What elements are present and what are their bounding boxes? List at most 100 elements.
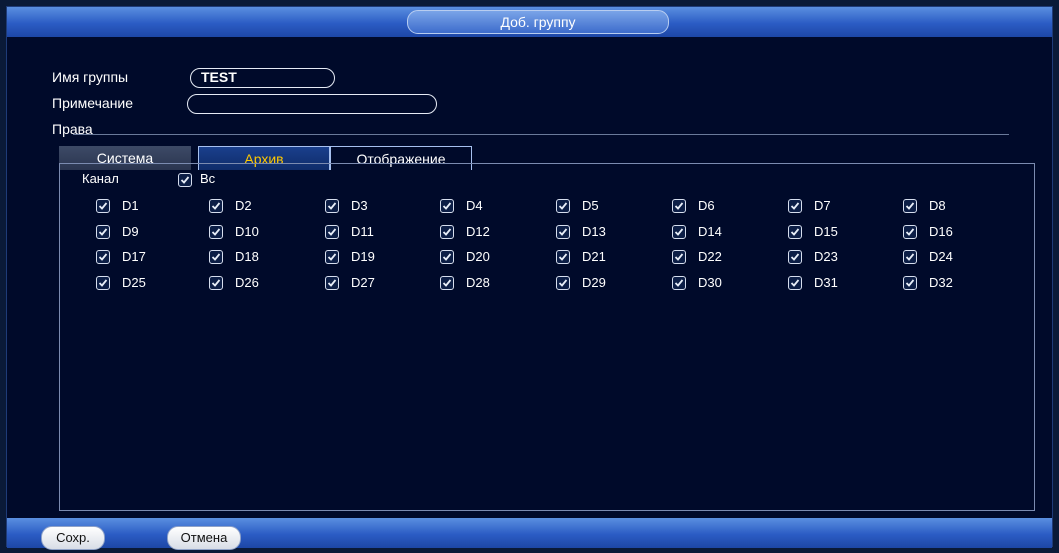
check-icon — [790, 279, 800, 287]
channel-label: D3 — [351, 198, 368, 213]
channel-label: D1 — [122, 198, 139, 213]
channel-checkbox[interactable] — [209, 199, 223, 213]
group-name-input[interactable]: TEST — [190, 68, 335, 88]
channel-label: D19 — [351, 249, 375, 264]
check-icon — [790, 228, 800, 236]
channel-checkbox[interactable] — [440, 276, 454, 290]
check-icon — [327, 202, 337, 210]
check-icon — [674, 253, 684, 261]
channel-label: D15 — [814, 224, 838, 239]
channel-checkbox[interactable] — [903, 276, 917, 290]
channel-label: D12 — [466, 224, 490, 239]
channel-checkbox[interactable] — [325, 276, 339, 290]
channel-checkbox[interactable] — [788, 250, 802, 264]
note-input[interactable] — [187, 94, 437, 114]
channel-checkbox[interactable] — [903, 225, 917, 239]
add-group-dialog: Доб. группу Имя группы TEST Примечание П… — [6, 6, 1053, 550]
channel-checkbox[interactable] — [672, 250, 686, 264]
channel-label: D29 — [582, 275, 606, 290]
check-icon — [327, 228, 337, 236]
check-icon — [558, 253, 568, 261]
channel-checkbox[interactable] — [440, 225, 454, 239]
check-icon — [558, 228, 568, 236]
channel-checkbox[interactable] — [209, 225, 223, 239]
channel-label: D30 — [698, 275, 722, 290]
channel-label: D4 — [466, 198, 483, 213]
channel-label: D6 — [698, 198, 715, 213]
channel-label: D8 — [929, 198, 946, 213]
channel-checkbox[interactable] — [556, 276, 570, 290]
channel-label: D27 — [351, 275, 375, 290]
channel-label: D20 — [466, 249, 490, 264]
check-icon — [558, 279, 568, 287]
channel-checkbox[interactable] — [325, 199, 339, 213]
channel-checkbox[interactable] — [209, 250, 223, 264]
channel-label: D21 — [582, 249, 606, 264]
channel-checkbox[interactable] — [556, 225, 570, 239]
check-icon — [98, 279, 108, 287]
channel-label: D11 — [351, 224, 374, 239]
note-label: Примечание — [52, 95, 134, 111]
check-icon — [442, 279, 452, 287]
check-icon — [327, 279, 337, 287]
channel-label: D24 — [929, 249, 953, 264]
check-icon — [180, 176, 190, 184]
channel-label: D13 — [582, 224, 606, 239]
channel-checkbox[interactable] — [96, 225, 110, 239]
channel-label: D28 — [466, 275, 490, 290]
group-name-label: Имя группы — [52, 69, 129, 85]
save-button[interactable]: Сохр. — [41, 526, 105, 550]
check-icon — [674, 228, 684, 236]
channel-label: D2 — [235, 198, 252, 213]
dialog-title: Доб. группу — [407, 10, 669, 34]
channel-label: D26 — [235, 275, 259, 290]
channel-label: D10 — [235, 224, 259, 239]
check-icon — [211, 228, 221, 236]
footer-bar: Сохр. Отмена — [7, 518, 1052, 550]
channel-checkbox[interactable] — [672, 276, 686, 290]
channel-checkbox[interactable] — [788, 225, 802, 239]
channel-label: D31 — [814, 275, 838, 290]
check-icon — [327, 253, 337, 261]
channel-checkbox[interactable] — [672, 225, 686, 239]
channel-checkbox[interactable] — [96, 250, 110, 264]
channel-checkbox[interactable] — [209, 276, 223, 290]
channel-label: D18 — [235, 249, 259, 264]
channel-checkbox[interactable] — [325, 250, 339, 264]
channel-checkbox[interactable] — [556, 250, 570, 264]
channel-label: D5 — [582, 198, 599, 213]
channel-checkbox[interactable] — [440, 199, 454, 213]
channel-label: D23 — [814, 249, 838, 264]
channel-label: D16 — [929, 224, 953, 239]
check-icon — [211, 279, 221, 287]
channel-checkbox[interactable] — [96, 199, 110, 213]
channel-label: Канал — [82, 171, 119, 186]
check-icon — [558, 202, 568, 210]
rights-divider — [73, 134, 1009, 135]
channel-checkbox[interactable] — [788, 199, 802, 213]
check-icon — [442, 202, 452, 210]
channel-label: D17 — [122, 249, 146, 264]
channel-panel: Канал Вс D1 D2 D3 D4 D5 D6 D7 D8 D9 D10 D11 D12 D13 D… — [59, 163, 1035, 511]
channel-checkbox[interactable] — [903, 199, 917, 213]
channel-label: D9 — [122, 224, 139, 239]
channel-checkbox[interactable] — [672, 199, 686, 213]
check-icon — [98, 253, 108, 261]
check-icon — [905, 228, 915, 236]
channel-checkbox[interactable] — [788, 276, 802, 290]
channel-checkbox[interactable] — [556, 199, 570, 213]
channel-checkbox[interactable] — [440, 250, 454, 264]
channel-checkbox[interactable] — [325, 225, 339, 239]
check-icon — [442, 228, 452, 236]
select-all-label: Вс — [200, 171, 216, 186]
channel-label: D22 — [698, 249, 722, 264]
channel-label: D7 — [814, 198, 831, 213]
check-icon — [905, 279, 915, 287]
cancel-button[interactable]: Отмена — [167, 526, 241, 550]
select-all-checkbox[interactable] — [178, 173, 192, 187]
channel-checkbox[interactable] — [903, 250, 917, 264]
check-icon — [674, 279, 684, 287]
check-icon — [211, 253, 221, 261]
channel-checkbox[interactable] — [96, 276, 110, 290]
channel-label: D14 — [698, 224, 722, 239]
